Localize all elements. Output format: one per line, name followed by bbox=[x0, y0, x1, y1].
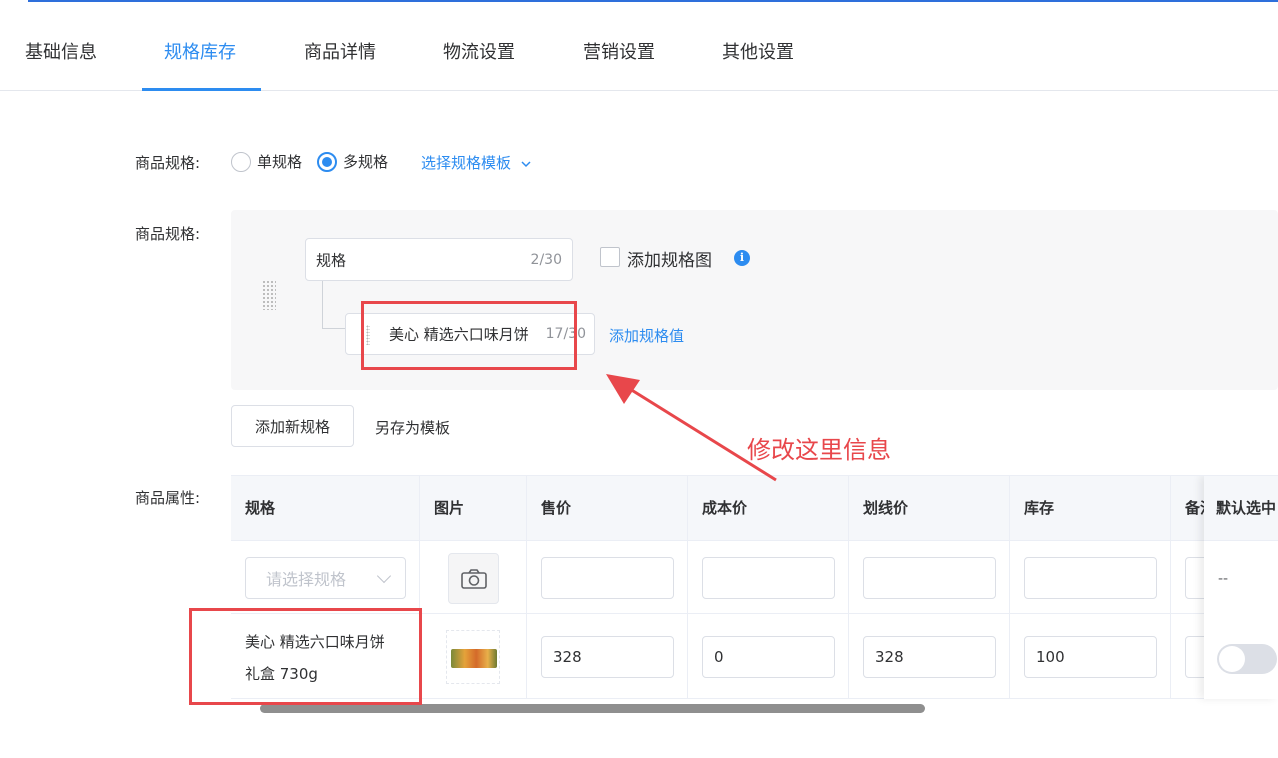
col-header-default: 默认选中 bbox=[1204, 476, 1278, 541]
tab-product-details[interactable]: 商品详情 bbox=[304, 38, 376, 64]
radio-single-label: 单规格 bbox=[257, 153, 303, 171]
spec-select[interactable]: 请选择规格 bbox=[245, 557, 406, 599]
batch-stock-input[interactable] bbox=[1024, 557, 1157, 599]
spec-type-label: 商品规格: bbox=[135, 154, 201, 172]
highlight-box-row-spec bbox=[189, 608, 422, 705]
mooncake-box-image bbox=[451, 649, 497, 668]
batch-cost-input[interactable] bbox=[702, 557, 835, 599]
tab-basic-info[interactable]: 基础信息 bbox=[25, 38, 97, 64]
tab-spec-stock[interactable]: 规格库存 bbox=[164, 38, 236, 64]
default-placeholder: -- bbox=[1218, 571, 1229, 587]
spec-name-input[interactable]: 规格 2/30 bbox=[305, 238, 573, 281]
radio-checked-icon bbox=[317, 151, 337, 172]
spec-name-value: 规格 bbox=[316, 251, 347, 269]
highlight-box-spec-value bbox=[361, 301, 577, 370]
cost-input[interactable]: 0 bbox=[702, 636, 835, 678]
add-spec-value-link[interactable]: 添加规格值 bbox=[609, 325, 684, 346]
chevron-down-icon bbox=[376, 568, 392, 584]
batch-price-input[interactable] bbox=[541, 557, 674, 599]
strike-price-input[interactable]: 328 bbox=[863, 636, 996, 678]
active-tab-indicator bbox=[142, 88, 261, 91]
radio-multi-spec[interactable]: 多规格 bbox=[317, 151, 388, 172]
add-spec-image-label: 添加规格图 bbox=[627, 251, 712, 271]
col-header-spec: 规格 bbox=[231, 476, 420, 541]
price-value: 328 bbox=[553, 648, 582, 666]
template-link-text: 选择规格模板 bbox=[421, 154, 512, 172]
chevron-down-icon bbox=[521, 160, 531, 167]
price-input[interactable]: 328 bbox=[541, 636, 674, 678]
radio-multi-label: 多规格 bbox=[343, 153, 389, 171]
annotation-arrow bbox=[606, 374, 777, 482]
tree-connector bbox=[322, 281, 346, 329]
col-header-image: 图片 bbox=[420, 476, 527, 541]
tab-marketing[interactable]: 营销设置 bbox=[583, 38, 655, 64]
cost-value: 0 bbox=[714, 648, 724, 666]
col-header-strike-price: 划线价 bbox=[849, 476, 1010, 541]
tab-other-settings[interactable]: 其他设置 bbox=[722, 38, 794, 64]
radio-single-spec[interactable]: 单规格 bbox=[231, 151, 302, 172]
stock-value: 100 bbox=[1036, 648, 1065, 666]
batch-strike-price-input[interactable] bbox=[863, 557, 996, 599]
add-spec-image-checkbox[interactable] bbox=[600, 247, 620, 267]
default-selected-toggle[interactable] bbox=[1217, 644, 1277, 674]
add-new-spec-button[interactable]: 添加新规格 bbox=[231, 405, 354, 447]
upload-image-button[interactable] bbox=[448, 553, 499, 604]
info-icon[interactable]: i bbox=[734, 250, 750, 266]
radio-circle-icon bbox=[231, 151, 251, 172]
save-as-template-link[interactable]: 另存为模板 bbox=[375, 417, 450, 438]
stock-input[interactable]: 100 bbox=[1024, 636, 1157, 678]
tab-logistics[interactable]: 物流设置 bbox=[443, 38, 515, 64]
scrollbar-thumb[interactable] bbox=[260, 704, 925, 713]
strike-price-value: 328 bbox=[875, 648, 904, 666]
product-thumbnail[interactable] bbox=[446, 630, 500, 684]
col-header-stock: 库存 bbox=[1010, 476, 1171, 541]
spec-name-count: 2/30 bbox=[530, 251, 562, 268]
spec-editor-label: 商品规格: bbox=[135, 225, 201, 243]
annotation-text: 修改这里信息 bbox=[747, 436, 891, 464]
tab-bar: 基础信息 规格库存 商品详情 物流设置 营销设置 其他设置 bbox=[0, 0, 1278, 91]
select-spec-template-link[interactable]: 选择规格模板 bbox=[421, 152, 532, 173]
camera-icon bbox=[461, 569, 487, 589]
sticky-default-column: 默认选中 -- bbox=[1204, 476, 1278, 699]
drag-handle-icon[interactable] bbox=[262, 280, 276, 310]
attributes-label: 商品属性: bbox=[135, 489, 201, 507]
spec-select-placeholder: 请选择规格 bbox=[266, 570, 347, 589]
